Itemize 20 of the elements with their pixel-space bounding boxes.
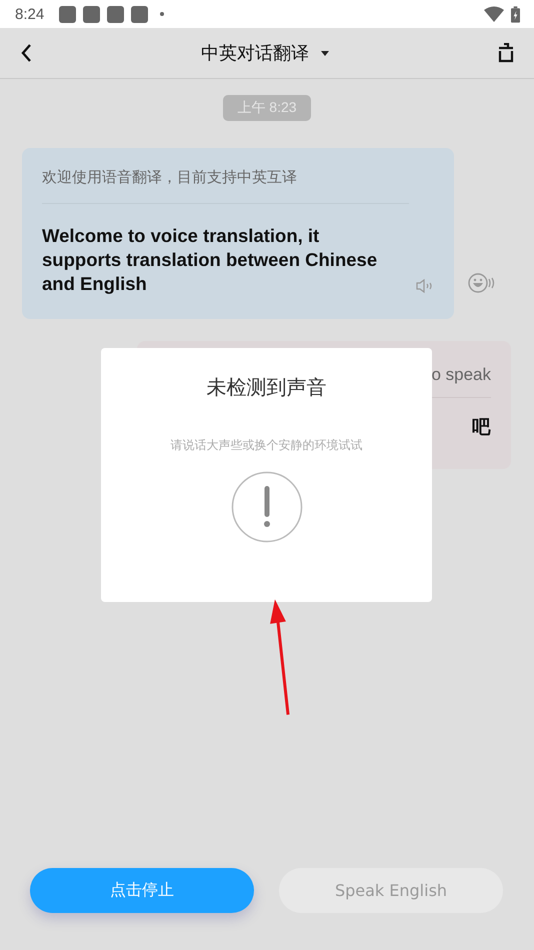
title-dropdown[interactable]: 中英对话翻译 bbox=[197, 37, 333, 69]
source-text: 欢迎使用语音翻译，目前支持中英互译 bbox=[42, 168, 409, 204]
more-notifications-icon bbox=[160, 12, 164, 16]
status-time: 8:24 bbox=[15, 6, 44, 22]
back-icon bbox=[20, 43, 32, 63]
speak-english-button[interactable]: Speak English bbox=[279, 868, 503, 913]
stop-button[interactable]: 点击停止 bbox=[30, 868, 254, 913]
battery-icon bbox=[511, 6, 520, 22]
trash-icon bbox=[498, 43, 514, 63]
notification-icon bbox=[59, 6, 76, 22]
notification-icon bbox=[83, 6, 100, 22]
translation-text: 吧 bbox=[471, 416, 491, 440]
translation-text: Welcome to voice translation, it supports translation between Chinese and English bbox=[42, 224, 378, 296]
caret-icon bbox=[321, 50, 329, 56]
notification-icon bbox=[107, 6, 124, 22]
dialog-message: 请说话大声些或换个安静的环境试试 bbox=[170, 437, 362, 454]
dialog-title: 未检测到声音 bbox=[206, 374, 326, 401]
wifi-icon bbox=[484, 6, 504, 22]
warning-icon bbox=[230, 471, 302, 543]
notification-icon bbox=[131, 6, 148, 22]
